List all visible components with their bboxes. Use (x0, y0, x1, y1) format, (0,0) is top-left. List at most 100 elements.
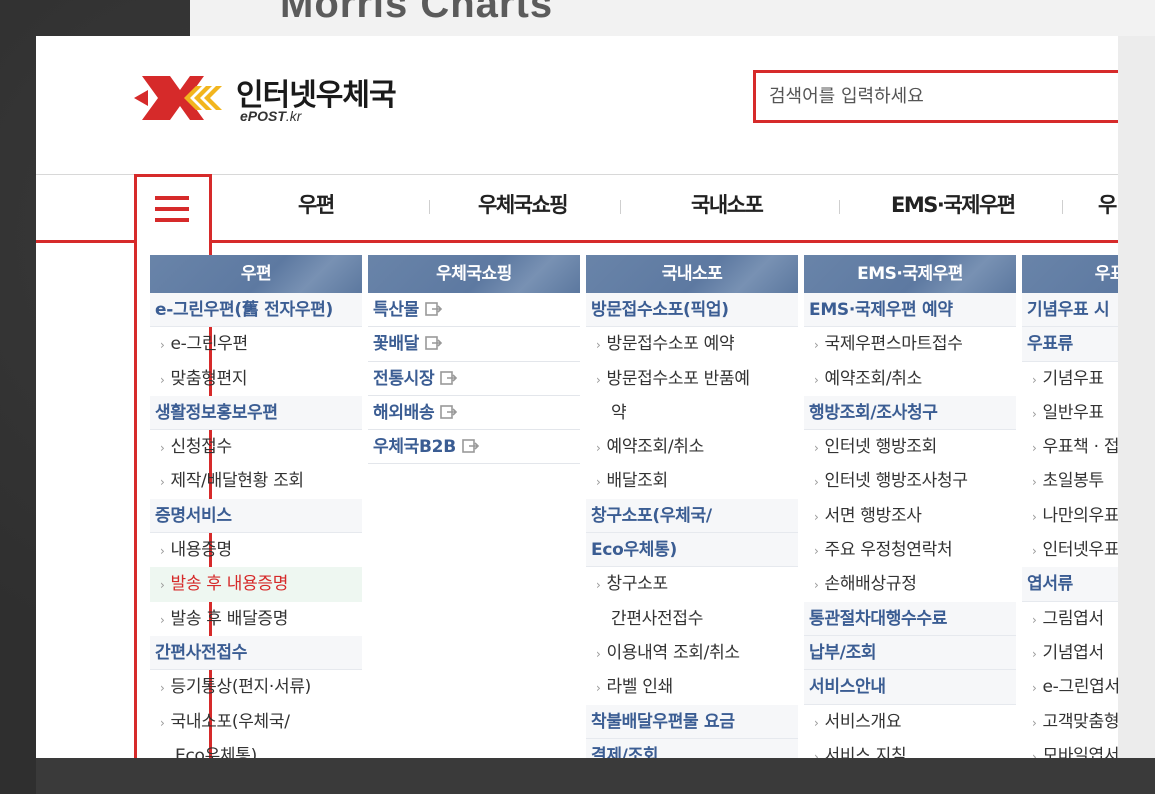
menu-category-link[interactable]: e-그린우편(舊 전자우편) (150, 293, 362, 328)
menu-sub-link[interactable]: › 라벨 인쇄 (586, 670, 798, 704)
menu-category-link[interactable]: Eco우체통) (586, 533, 798, 568)
menu-sub-link[interactable]: › e-그린엽서 (1022, 670, 1118, 704)
menu-category-link[interactable]: 해외배송 (368, 395, 580, 431)
menu-sub-link[interactable]: › 우표책 · 접 (1022, 430, 1118, 464)
menu-column-header[interactable]: 우체국쇼핑 (368, 255, 580, 293)
menu-category-link[interactable]: 전통시장 (368, 361, 580, 396)
chevron-right-icon: › (596, 372, 601, 387)
menu-sub-link[interactable]: › 초일봉투 (1022, 464, 1118, 498)
menu-sub-link[interactable]: Eco우체통) (150, 739, 362, 758)
menu-sub-link[interactable]: › 창구소포 (586, 567, 798, 601)
menu-category-label: Eco우체통) (591, 540, 677, 561)
menu-sub-link[interactable]: › 발송 후 배달증명 (150, 602, 362, 636)
menu-sub-link[interactable]: › 맞춤형편지 (150, 362, 362, 396)
menu-category-link[interactable]: 꽃배달 (368, 327, 580, 362)
menu-category-link[interactable]: 결제/조회 (586, 738, 798, 758)
menu-sub-link[interactable]: › 서면 행방조사 (804, 499, 1016, 533)
menu-sub-link[interactable]: › 국내소포(우체국/ (150, 705, 362, 739)
menu-sub-link[interactable]: › e-그린우편 (150, 327, 362, 361)
chevron-right-icon: › (814, 475, 819, 490)
menu-sub-link[interactable]: › 국제우편스마트접수 (804, 327, 1016, 361)
menu-sub-link[interactable]: 약 (586, 396, 798, 430)
all-menu-button[interactable] (134, 174, 212, 243)
chevron-right-icon: › (596, 441, 601, 456)
menu-category-link[interactable]: 증명서비스 (150, 498, 362, 534)
menu-sub-link[interactable]: › 제작/배달현황 조회 (150, 464, 362, 498)
menu-sub-label: 인터넷우표 (1042, 540, 1119, 561)
external-link-icon (462, 439, 480, 453)
menu-sub-link[interactable]: › 기념우표 (1022, 362, 1118, 396)
nav-tab-next[interactable]: 우 (1098, 190, 1117, 220)
menu-category-label: e-그린우편(舊 전자우편) (155, 300, 333, 320)
menu-sub-link[interactable]: › 방문접수소포 예약 (586, 327, 798, 361)
menu-category-link[interactable]: 행방조회/조사청구 (804, 395, 1016, 431)
nav-tab-mail[interactable]: 우편 (298, 190, 335, 220)
chevron-right-icon: › (1032, 681, 1037, 696)
chevron-right-icon: › (160, 338, 165, 353)
menu-sub-link[interactable]: › 예약조회/취소 (804, 362, 1016, 396)
menu-category-link[interactable]: 통관절차대행수수료 (804, 601, 1016, 636)
menu-category-link[interactable]: 우체국B2B (368, 430, 580, 465)
menu-sub-link[interactable]: › 주요 우정청연락처 (804, 533, 1016, 567)
menu-sub-link[interactable]: › 이용내역 조회/취소 (586, 636, 798, 670)
menu-category-link[interactable]: 간편사전접수 (150, 635, 362, 671)
nav-tab-ems[interactable]: EMS·국제우편 (891, 190, 1016, 220)
chevron-right-icon: › (814, 715, 819, 730)
search-box[interactable] (753, 70, 1118, 123)
menu-sub-link[interactable]: › 방문접수소포 반품예 (586, 362, 798, 396)
menu-sub-link[interactable]: › 등기통상(편지·서류) (150, 670, 362, 704)
menu-sub-link[interactable]: › 신청접수 (150, 430, 362, 464)
backdrop-bottom-strip (36, 758, 1155, 794)
menu-sub-link[interactable]: › 고객맞춤형 (1022, 705, 1118, 739)
chevron-right-icon: › (814, 338, 819, 353)
menu-category-label: 증명서비스 (155, 505, 232, 526)
menu-sub-link[interactable]: › 모바일엽서 (1022, 739, 1118, 758)
menu-category-link[interactable]: 우표류 (1022, 327, 1118, 362)
chevron-right-icon: › (596, 338, 601, 353)
menu-category-link[interactable]: 특산물 (368, 293, 580, 328)
menu-sub-label: 방문접수소포 예약 (606, 334, 735, 355)
menu-sub-link[interactable]: › 내용증명 (150, 533, 362, 567)
menu-sub-link[interactable]: › 인터넷 행방조회 (804, 430, 1016, 464)
menu-category-link[interactable]: 착불배달우편물 요금 (586, 704, 798, 739)
menu-column-header[interactable]: 국내소포 (586, 255, 798, 293)
menu-sub-link[interactable]: › 서비스개요 (804, 705, 1016, 739)
menu-category-link[interactable]: 기념우표 시 (1022, 293, 1118, 328)
menu-category-label: 행방조회/조사청구 (809, 402, 938, 423)
menu-category-link[interactable]: 방문접수소포(픽업) (586, 293, 798, 328)
menu-category-label: 결제/조회 (591, 745, 659, 758)
nav-tab-shopping[interactable]: 우체국쇼핑 (478, 190, 569, 220)
menu-column-header[interactable]: EMS·국제우편 (804, 255, 1016, 293)
menu-sub-link[interactable]: › 인터넷우표 (1022, 533, 1118, 567)
backdrop-right-strip (1118, 36, 1155, 758)
menu-category-link[interactable]: 생활정보홍보우편 (150, 395, 362, 431)
menu-category-label: 기념우표 시 (1027, 300, 1110, 320)
menu-sub-link[interactable]: › 손해배상규정 (804, 567, 1016, 601)
menu-sub-label: e-그린우편 (170, 334, 249, 355)
menu-sub-link[interactable]: › 발송 후 내용증명 (150, 567, 362, 602)
menu-category-link[interactable]: EMS·국제우편 예약 (804, 293, 1016, 328)
menu-category-link[interactable]: 창구소포(우체국/ (586, 498, 798, 534)
menu-sub-link[interactable]: › 배달조회 (586, 464, 798, 498)
search-input[interactable] (756, 73, 1118, 120)
nav-tab-parcel[interactable]: 국내소포 (691, 190, 764, 220)
menu-column-header[interactable]: 우표·엽서 (1022, 255, 1118, 293)
menu-sub-label: 제작/배달현황 조회 (170, 471, 305, 492)
menu-sub-label: 서비스개요 (824, 711, 902, 732)
menu-category-label: 착불배달우편물 요금 (591, 711, 735, 732)
menu-column-header[interactable]: 우편 (150, 255, 362, 293)
menu-category-link[interactable]: 납부/조회 (804, 635, 1016, 671)
menu-category-link[interactable]: 서비스안내 (804, 670, 1016, 705)
menu-sub-link[interactable]: 간편사전접수 (586, 602, 798, 636)
chevron-right-icon: › (596, 475, 601, 490)
menu-sub-link[interactable]: › 그림엽서 (1022, 602, 1118, 636)
site-logo[interactable]: 인터넷우체국 ePOST.kr (134, 70, 424, 130)
external-link-icon (440, 370, 458, 385)
menu-sub-link[interactable]: › 예약조회/취소 (586, 430, 798, 464)
menu-sub-link[interactable]: › 서비스 지침 (804, 739, 1016, 758)
menu-sub-link[interactable]: › 인터넷 행방조사청구 (804, 464, 1016, 498)
menu-category-link[interactable]: 엽서류 (1022, 567, 1118, 602)
menu-sub-link[interactable]: › 일반우표 (1022, 396, 1118, 430)
menu-sub-link[interactable]: › 기념엽서 (1022, 636, 1118, 670)
menu-sub-link[interactable]: › 나만의우표 (1022, 499, 1118, 533)
